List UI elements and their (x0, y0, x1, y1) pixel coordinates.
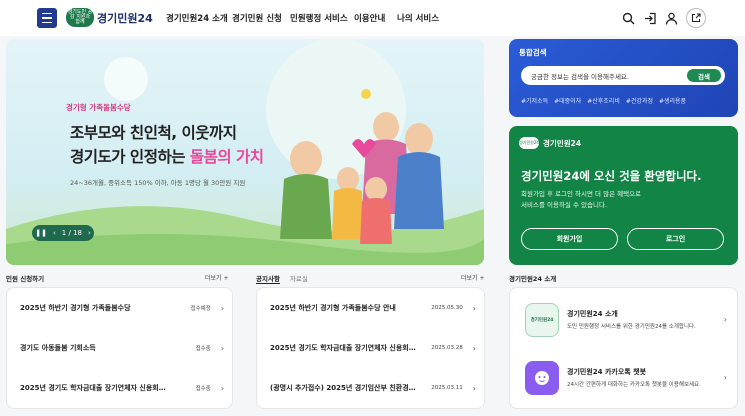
list-item[interactable]: 2025년 경기도 학자금대출 장기연체자 신용회… 2025.03.28 › (257, 328, 484, 368)
intro-section-title: 경기민원24 소개 (509, 275, 557, 283)
welcome-heading: 경기민원24에 오신 것을 환영합니다. (521, 169, 702, 183)
intro-list: 경기민원24 경기민원24 소개 도민 민원행정 서비스를 위한 경기민원24를… (509, 287, 738, 409)
intro-logo-text: 경기민원24 (530, 317, 554, 323)
welcome-text: 회원가입 후 로그인 하시면 더 많은 혜택으로 서비스를 이용하실 수 있습니… (521, 189, 641, 211)
search-tag[interactable]: #건강과정 (626, 96, 653, 105)
welcome-text-line1: 회원가입 후 로그인 하시면 더 많은 혜택으로 (521, 190, 642, 198)
apply-item-status: 접수중 (195, 346, 211, 352)
list-item[interactable]: 경기민원24 카카오톡 챗봇 24시간 간편하게 대화하는 카카오톡 챗봇을 이… (510, 350, 737, 405)
search-input[interactable]: 궁금한 정보는 검색을 이용해주세요. 검색 (521, 66, 725, 85)
user-icon[interactable] (664, 11, 678, 25)
nav-intro[interactable]: 경기민원24 소개 (166, 12, 228, 24)
chevron-right-icon: › (472, 303, 476, 313)
chevron-right-icon: › (723, 373, 727, 382)
hero-banner[interactable]: 경기형 가족돌봄수당 조부모와 친인척, 이웃까지 경기도가 인정하는 돌봄의 … (6, 39, 484, 265)
apply-item-title: 2025년 하반기 경기형 가족돌봄수당 (20, 304, 131, 312)
integrated-search-panel: 통합검색 궁금한 정보는 검색을 이용해주세요. 검색 #기저소득 #대중이자 … (509, 39, 738, 117)
hero-title-line2: 경기도가 인정하는 돌봄의 가치 (70, 145, 264, 167)
login-icon[interactable] (643, 11, 657, 25)
login-button[interactable]: 로그인 (627, 228, 724, 250)
search-tag[interactable]: #생리용품 (659, 96, 686, 105)
list-item[interactable]: 2025년 하반기 경기형 가족돌봄수당 접수예정 › (7, 288, 232, 328)
apply-item-status: 접수예정 (190, 306, 211, 312)
nav-apply[interactable]: 경기민원 신청 (232, 12, 282, 24)
hero-pager: ❚❚ ‹ 1 / 18 › (32, 225, 94, 241)
next-icon[interactable]: › (88, 229, 91, 237)
hero-description: 24~36개월, 중위소득 150% 이하, 아동 1명당 월 30만원 지원 (70, 179, 246, 187)
notice-item-date: 2025.03.28 (431, 345, 463, 351)
hero-subtitle: 경기형 가족돌봄수당 (66, 103, 131, 112)
apply-list: 2025년 하반기 경기형 가족돌봄수당 접수예정 › 경기도 아동돌봄 기회소… (6, 287, 233, 409)
external-link-icon[interactable] (686, 8, 706, 28)
prev-icon[interactable]: ‹ (53, 229, 56, 237)
hamburger-menu-icon[interactable] (37, 8, 57, 28)
chevron-right-icon: › (723, 315, 727, 324)
join-button[interactable]: 회원가입 (521, 228, 618, 250)
intro-item-title: 경기민원24 카카오톡 챗봇 (567, 368, 647, 376)
hero-title-plain: 경기도가 인정하는 (70, 148, 190, 166)
list-item[interactable]: 2025년 하반기 경기형 가족돌봄수당 안내 2025.05.30 › (257, 288, 484, 328)
search-placeholder: 궁금한 정보는 검색을 이용해주세요. (531, 73, 629, 81)
welcome-panel: 경기민원24 경기민원24 경기민원24에 오신 것을 환영합니다. 회원가입 … (509, 126, 738, 265)
tab-notice[interactable]: 공지사항 (256, 273, 280, 284)
chevron-right-icon: › (220, 383, 224, 393)
chevron-right-icon: › (220, 303, 224, 313)
welcome-brand: 경기민원24 (543, 139, 582, 148)
intro-item-title: 경기민원24 소개 (567, 310, 618, 318)
intro-item-desc: 도민 민원행정 서비스를 위한 경기민원24를 소개합니다. (567, 324, 696, 330)
pager-count: 1 / 18 (61, 229, 82, 237)
logo-badge: 경기도민 공감 지원과 함께 (66, 8, 94, 27)
welcome-text-line2: 서비스를 이용하실 수 있습니다. (521, 201, 608, 209)
notice-item-date: 2025.03.11 (431, 385, 463, 391)
search-tag[interactable]: #산후조리비 (587, 96, 620, 105)
search-button[interactable]: 검색 (687, 69, 721, 82)
chevron-right-icon: › (472, 383, 476, 393)
chevron-right-icon: › (220, 343, 224, 353)
notice-list: 2025년 하반기 경기형 가족돌봄수당 안내 2025.05.30 › 202… (256, 287, 485, 409)
hero-title-accent: 돌봄의 가치 (189, 148, 264, 166)
list-item[interactable]: 경기민원24 경기민원24 소개 도민 민원행정 서비스를 위한 경기민원24를… (510, 292, 737, 347)
tab-archive[interactable]: 자료실 (290, 273, 308, 284)
search-tags: #기저소득 #대중이자 #산후조리비 #건강과정 #생리용품 (521, 96, 686, 105)
apply-item-title: 경기도 아동돌봄 기회소득 (20, 344, 96, 352)
apply-item-status: 접수중 (195, 386, 211, 392)
search-icon[interactable] (621, 11, 635, 25)
welcome-logo-badge: 경기민원24 (519, 137, 539, 149)
nav-admin-service[interactable]: 민원행정 서비스 (290, 12, 348, 24)
intro-item-desc: 24시간 간편하게 대화하는 카카오톡 챗봇을 이용해보세요. (567, 382, 701, 388)
nav-my-service[interactable]: 나의 서비스 (397, 12, 439, 24)
search-title: 통합검색 (519, 48, 547, 57)
notice-item-title: (광명시 추가접수) 2025년 경기임산부 친환경… (270, 384, 416, 392)
list-item[interactable]: 경기도 아동돌봄 기회소득 접수중 › (7, 328, 232, 368)
notice-item-title: 2025년 경기도 학자금대출 장기연체자 신용회… (270, 344, 416, 352)
notice-more-link[interactable]: 더보기 + (461, 273, 485, 282)
apply-item-title: 2025년 경기도 학자금대출 장기연체자 신용회… (20, 384, 166, 392)
gyeonggi-logo-icon: 경기민원24 (525, 302, 559, 337)
notice-item-title: 2025년 하반기 경기형 가족돌봄수당 안내 (270, 304, 396, 312)
list-item[interactable]: 2025년 경기도 학자금대출 장기연체자 신용회… 접수중 › (7, 368, 232, 408)
site-logo[interactable]: 경기민원24 (97, 10, 153, 26)
notice-tabs: 공지사항 자료실 (256, 273, 308, 284)
notice-item-date: 2025.05.30 (431, 305, 463, 311)
apply-section-title: 민원 신청하기 (6, 275, 45, 283)
nav-guide[interactable]: 이용안내 (354, 12, 385, 24)
list-item[interactable]: (광명시 추가접수) 2025년 경기임산부 친환경… 2025.03.11 › (257, 368, 484, 408)
chatbot-icon (525, 360, 559, 395)
pause-icon[interactable]: ❚❚ (35, 229, 47, 237)
hero-title-line1: 조부모와 친인척, 이웃까지 (70, 124, 237, 142)
search-tag[interactable]: #기저소득 (521, 96, 548, 105)
chevron-right-icon: › (472, 343, 476, 353)
apply-more-link[interactable]: 더보기 + (205, 273, 229, 282)
search-tag[interactable]: #대중이자 (554, 96, 581, 105)
